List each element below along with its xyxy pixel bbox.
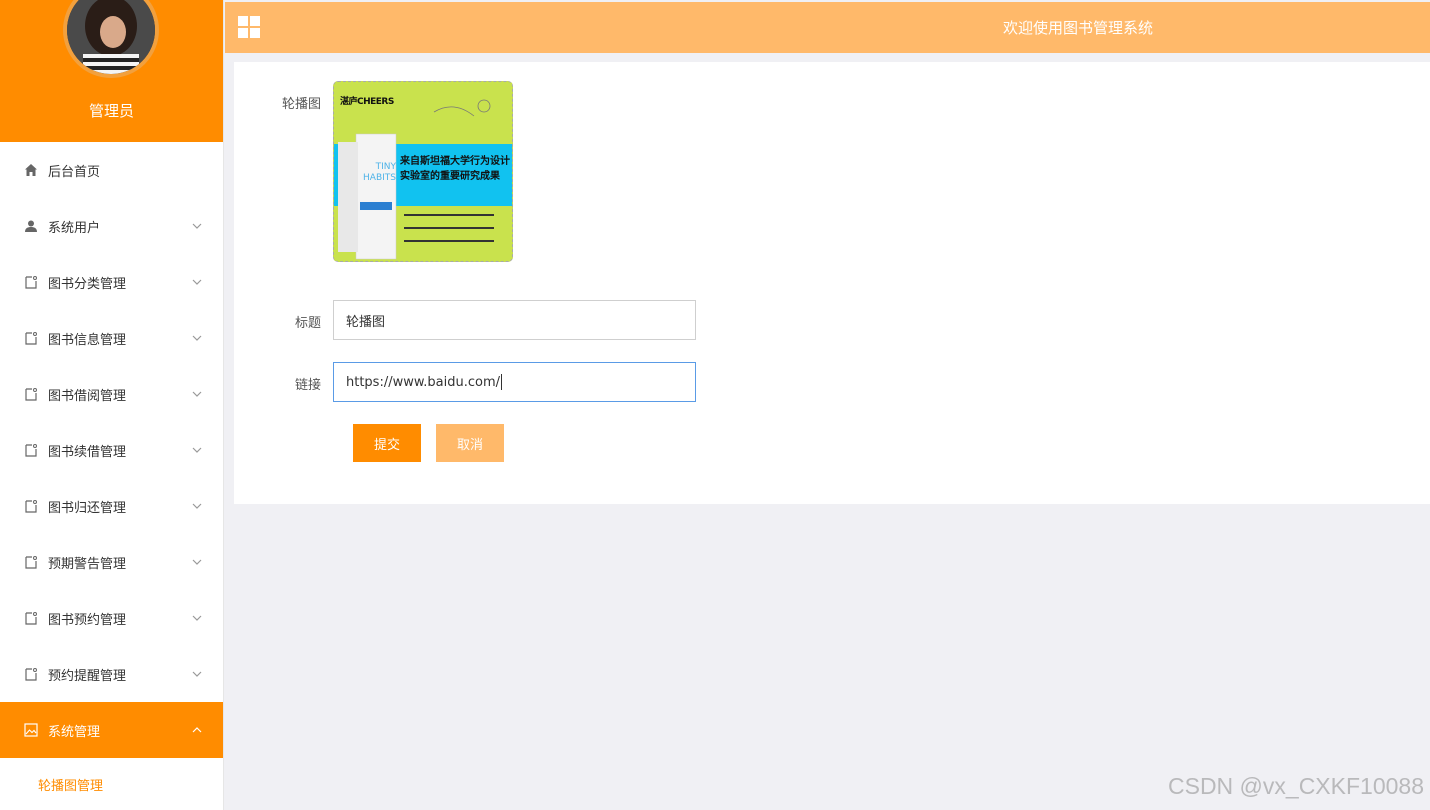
sidebar-item-label: 图书续借管理 [48, 444, 127, 460]
picture-icon [22, 721, 40, 739]
home-icon [22, 161, 40, 179]
banner-publisher: 湛庐CHEERS [340, 97, 394, 107]
doc-icon [22, 329, 40, 347]
doc-icon [22, 497, 40, 515]
title-input[interactable]: 轮播图 [333, 300, 696, 340]
chevron-down-icon [192, 503, 202, 509]
chevron-down-icon [192, 223, 202, 229]
chevron-down-icon [192, 391, 202, 397]
top-header: 欢迎使用图书管理系统 [225, 2, 1430, 53]
profile-block: 管理员 [0, 0, 223, 142]
avatar[interactable] [63, 0, 159, 78]
sidebar-subitem-carousel-management[interactable]: 轮播图管理 [0, 758, 223, 810]
sidebar-item-label: 系统管理 [48, 724, 101, 740]
carousel-image-upload[interactable]: 湛庐CHEERS TINY HABITS 来自斯坦福大学行为设计实验室的重要研究… [333, 81, 513, 262]
sidebar-item-book-return[interactable]: 图书归还管理 [0, 478, 223, 534]
user-icon [22, 217, 40, 235]
cancel-button[interactable]: 取消 [436, 424, 504, 462]
link-input[interactable]: https://www.baidu.com/ [333, 362, 696, 402]
doc-icon [22, 609, 40, 627]
sidebar-item-dashboard[interactable]: 后台首页 [0, 142, 223, 198]
link-input-value: https://www.baidu.com/ [346, 374, 501, 390]
sidebar-item-label: 图书分类管理 [48, 276, 127, 292]
doc-icon [22, 385, 40, 403]
grid-menu-icon[interactable] [238, 16, 260, 38]
doc-icon [22, 273, 40, 291]
sidebar-item-label: 系统用户 [48, 220, 101, 236]
sidebar-item-reservation-reminder[interactable]: 预约提醒管理 [0, 646, 223, 702]
watermark: CSDN @vx_CXKF10088 [1168, 773, 1424, 799]
link-label: 链接 [294, 378, 321, 393]
text-cursor-icon [501, 374, 503, 390]
doc-icon [22, 665, 40, 683]
sidebar-item-system-users[interactable]: 系统用户 [0, 198, 223, 254]
chevron-down-icon [192, 559, 202, 565]
chevron-down-icon [192, 279, 202, 285]
sidebar-item-label: 图书信息管理 [48, 332, 127, 348]
title-label: 标题 [294, 316, 321, 331]
sidebar-item-book-borrow[interactable]: 图书借阅管理 [0, 366, 223, 422]
sidebar-item-book-info[interactable]: 图书信息管理 [0, 310, 223, 366]
sidebar-item-label: 图书借阅管理 [48, 388, 127, 404]
submit-button[interactable]: 提交 [353, 424, 421, 462]
sidebar-item-label: 预约提醒管理 [48, 668, 127, 684]
image-label: 轮播图 [281, 97, 321, 112]
avatar-photo-icon [67, 0, 155, 74]
chevron-down-icon [192, 671, 202, 677]
sidebar: 管理员 后台首页 系统用户 图书分类管理 图书信息管理 图书借阅管理 图书续借管… [0, 0, 224, 810]
sidebar-item-book-reservation[interactable]: 图书预约管理 [0, 590, 223, 646]
header-title: 欢迎使用图书管理系统 [1002, 19, 1153, 37]
banner-cover-title: TINY HABITS [363, 162, 396, 183]
sidebar-item-label: 图书预约管理 [48, 612, 127, 628]
sidebar-item-system-management[interactable]: 系统管理 [0, 702, 223, 758]
chevron-up-icon [192, 727, 202, 733]
chevron-down-icon [192, 447, 202, 453]
sidebar-item-book-renew[interactable]: 图书续借管理 [0, 422, 223, 478]
doc-icon [22, 441, 40, 459]
sidebar-subitem-label: 轮播图管理 [38, 778, 104, 794]
chevron-down-icon [192, 335, 202, 341]
sidebar-menu: 后台首页 系统用户 图书分类管理 图书信息管理 图书借阅管理 图书续借管理 图书… [0, 142, 223, 810]
sidebar-item-book-category[interactable]: 图书分类管理 [0, 254, 223, 310]
sidebar-item-label: 图书归还管理 [48, 500, 127, 516]
banner-headline: 来自斯坦福大学行为设计实验室的重要研究成果 [400, 156, 510, 182]
sidebar-item-label: 预期警告管理 [48, 556, 127, 572]
doc-icon [22, 553, 40, 571]
form-panel: 轮播图 湛庐CHEERS TINY HABITS 来自斯坦福大学行为设计实验室的… [234, 62, 1430, 504]
chevron-down-icon [192, 615, 202, 621]
sidebar-item-label: 后台首页 [48, 164, 101, 180]
sidebar-item-overdue-warning[interactable]: 预期警告管理 [0, 534, 223, 590]
profile-name: 管理员 [88, 102, 134, 120]
